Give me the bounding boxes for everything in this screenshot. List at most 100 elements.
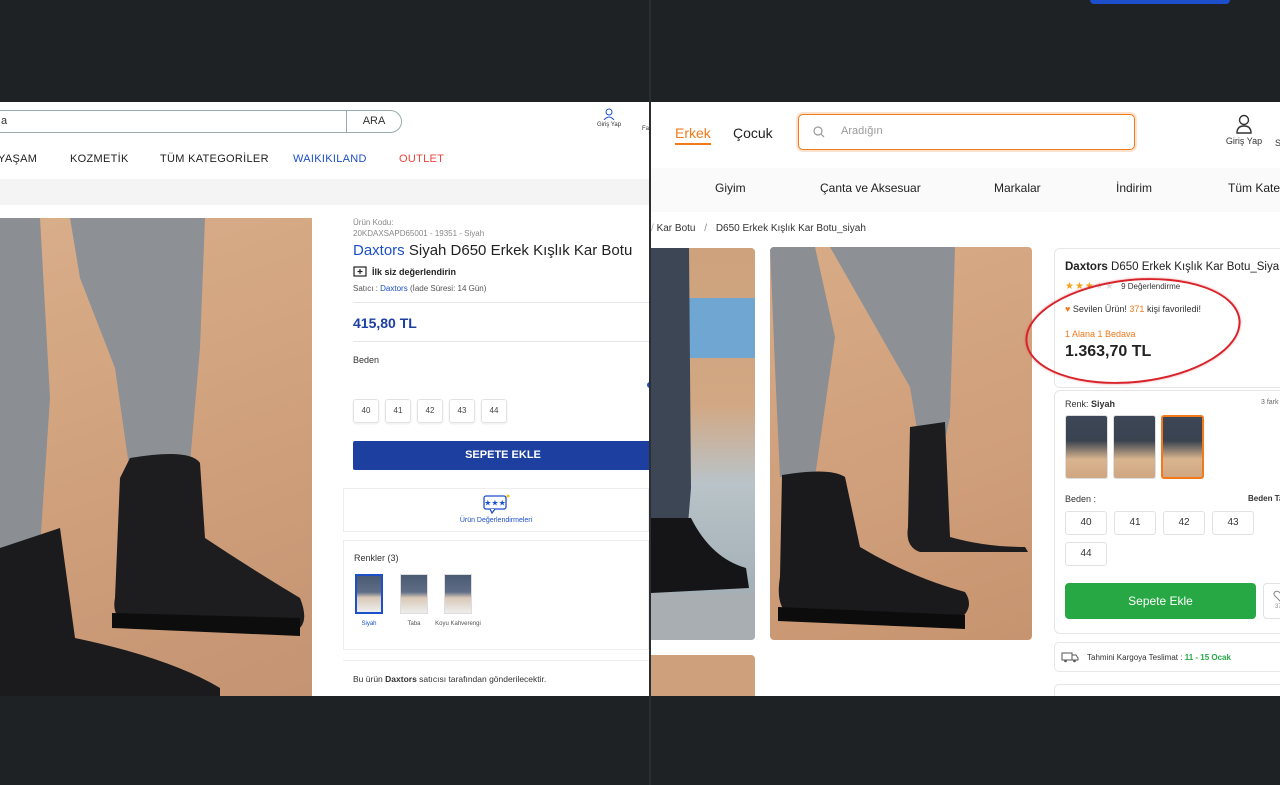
seller-label: Satıcı : [353, 284, 378, 293]
right-login-label: Giriş Yap [1225, 136, 1263, 146]
left-search-button[interactable]: ARA [346, 110, 402, 133]
right-size-40[interactable]: 40 [1065, 511, 1107, 535]
left-nav-outlet[interactable]: OUTLET [399, 153, 444, 165]
shipping-dates: 11 - 15 Ocak [1184, 653, 1231, 662]
return-info: (İade Süresi: 14 Gün) [409, 284, 487, 293]
boot-photo [770, 247, 1028, 629]
variant-swatch-2[interactable] [1113, 415, 1156, 479]
left-product-image[interactable] [0, 218, 312, 696]
shipping-suffix: satıcısı tarafından gönderilecektir. [416, 674, 547, 684]
left-shipping-info: Bu ürün Daxtors satıcısı tarafından gönd… [343, 660, 649, 696]
add-review-icon [353, 266, 367, 277]
left-reviews-button[interactable]: ★★★ Ürün Değerlendirmeleri [343, 488, 649, 532]
left-color-options: Renkler (3) Siyah Taba Koyu Kahverengi [343, 540, 649, 650]
user-icon [603, 108, 615, 120]
left-favorites-cut[interactable]: Fa [642, 126, 649, 132]
side-thumbnail-image[interactable] [651, 248, 755, 640]
right-product-image[interactable] [770, 247, 1032, 640]
color-label: Renk: Siyah [1065, 399, 1115, 409]
heart-outline-icon [1273, 590, 1280, 602]
breadcrumb: / Kar Botu / D650 Erkek Kışlık Kar Botu_… [651, 223, 866, 234]
category-canta[interactable]: Çanta ve Aksesuar [820, 181, 921, 195]
left-reviews-label: Ürün Değerlendirmeleri [459, 517, 533, 524]
left-nav-kozmetik[interactable]: KOZMETİK [70, 153, 129, 165]
right-size-43[interactable]: 43 [1212, 511, 1254, 535]
color-count: 3 fark [1261, 399, 1279, 406]
top-blue-button[interactable] [1090, 0, 1230, 4]
right-shipping-info: Tahmini Kargoya Teslimat : 11 - 15 Ocak [1054, 642, 1280, 672]
right-login-button[interactable]: Giriş Yap [1223, 114, 1265, 146]
left-size-42[interactable]: 42 [417, 399, 443, 423]
thumb-photo [651, 248, 755, 640]
right-add-to-cart-button[interactable]: Sepete Ekle [1065, 583, 1256, 619]
left-size-40[interactable]: 40 [353, 399, 379, 423]
category-markalar[interactable]: Markalar [994, 181, 1041, 195]
tab-cocuk[interactable]: Çocuk [733, 125, 773, 141]
left-add-to-cart-button[interactable]: SEPETE EKLE [353, 441, 649, 470]
left-store-panel: a ARA Giriş Yap Fa YAŞAM KOZMETİK TÜM KA… [0, 102, 649, 696]
product-code: 20KDAXSAPD65001 - 19351 - Siyah [353, 229, 485, 238]
right-favorite-button[interactable]: 371 [1263, 583, 1280, 619]
seller-link[interactable]: Daxtors [380, 284, 408, 293]
left-nav-waikikiland[interactable]: WAIKIKILAND [293, 153, 367, 165]
boot-photo [0, 218, 305, 696]
user-icon [1236, 114, 1252, 134]
search-placeholder: Aradığın [841, 125, 883, 137]
right-variant-options: Renk: Siyah 3 fark Beden : Beden Ta 40 4… [1054, 390, 1280, 634]
color-swatch-siyah[interactable] [355, 574, 383, 614]
color-swatch-taba[interactable] [400, 574, 428, 614]
color-label-taba: Taba [407, 621, 421, 627]
left-login-button[interactable]: Giriş Yap [594, 108, 624, 128]
left-rate-first[interactable]: İlk siz değerlendirin [343, 266, 649, 278]
right-size-42[interactable]: 42 [1163, 511, 1205, 535]
shipping-label: Tahmini Kargoya Teslimat : [1087, 653, 1183, 662]
color-label-text: Renk: [1065, 399, 1089, 409]
left-price: 415,80 TL [353, 315, 417, 331]
left-product-info: Ürün Kodu: 20KDAXSAPD65001 - 19351 - Siy… [343, 218, 649, 388]
variant-swatch-1[interactable] [1065, 415, 1108, 479]
color-label-koyu-kahverengi: Koyu Kahverengi [435, 621, 481, 627]
variant-swatch-3[interactable] [1161, 415, 1204, 479]
right-search-input[interactable]: Aradığın [798, 114, 1135, 150]
left-banner-strip [0, 179, 649, 205]
search-icon [813, 126, 825, 138]
left-size-44[interactable]: 44 [481, 399, 507, 423]
category-all[interactable]: Tüm Kategor [1228, 181, 1280, 195]
truck-icon [1061, 652, 1079, 663]
shipping-brand: Daxtors [385, 674, 417, 684]
right-size-41[interactable]: 41 [1114, 511, 1156, 535]
left-rate-label: İlk siz değerlendirin [372, 267, 457, 277]
review-bubble-icon: ★★★ [483, 494, 510, 515]
right-cut-label: S [1275, 138, 1280, 148]
left-nav-all-categories[interactable]: TÜM KATEGORİLER [160, 153, 269, 165]
left-product-name: Siyah D650 Erkek Kışlık Kar Botu [404, 242, 633, 259]
right-next-card [1054, 684, 1280, 696]
size-table-link[interactable]: Beden Ta [1248, 494, 1280, 503]
right-product-brand[interactable]: Daxtors [1065, 261, 1108, 273]
left-size-43[interactable]: 43 [449, 399, 475, 423]
left-nav-yasam[interactable]: YAŞAM [0, 153, 37, 165]
right-size-44[interactable]: 44 [1065, 542, 1107, 566]
shipping-prefix: Bu ürün [353, 674, 386, 684]
side-thumbnail-image-2[interactable] [651, 655, 755, 696]
size-info-dot [647, 382, 649, 388]
color-value: Siyah [1091, 399, 1116, 409]
right-product-name: D650 Erkek Kışlık Kar Botu_Siya [1107, 261, 1280, 273]
tab-erkek[interactable]: Erkek [675, 125, 711, 145]
category-indirim[interactable]: İndirim [1116, 181, 1152, 195]
color-swatch-koyu-kahverengi[interactable] [444, 574, 472, 614]
product-code-label: Ürün Kodu: [353, 218, 394, 227]
left-size-41[interactable]: 41 [385, 399, 411, 423]
fav-button-count: 371 [1274, 604, 1280, 610]
left-product-brand[interactable]: Daxtors [353, 242, 405, 259]
breadcrumb-product[interactable]: D650 Erkek Kışlık Kar Botu_siyah [716, 223, 866, 234]
category-giyim[interactable]: Giyim [715, 181, 746, 195]
left-seller-line: Satıcı : Daxtors (İade Süresi: 14 Gün) [343, 284, 649, 293]
right-store-panel: Erkek Çocuk Aradığın Giriş Yap S Giyim Ç… [651, 102, 1280, 696]
breadcrumb-kar-botu[interactable]: Kar Botu [657, 223, 696, 234]
left-search-input[interactable]: a [0, 110, 347, 133]
left-divider-1 [353, 302, 649, 303]
breadcrumb-separator: / [704, 223, 708, 234]
color-label-siyah: Siyah [361, 621, 377, 627]
left-divider-2 [353, 341, 649, 342]
